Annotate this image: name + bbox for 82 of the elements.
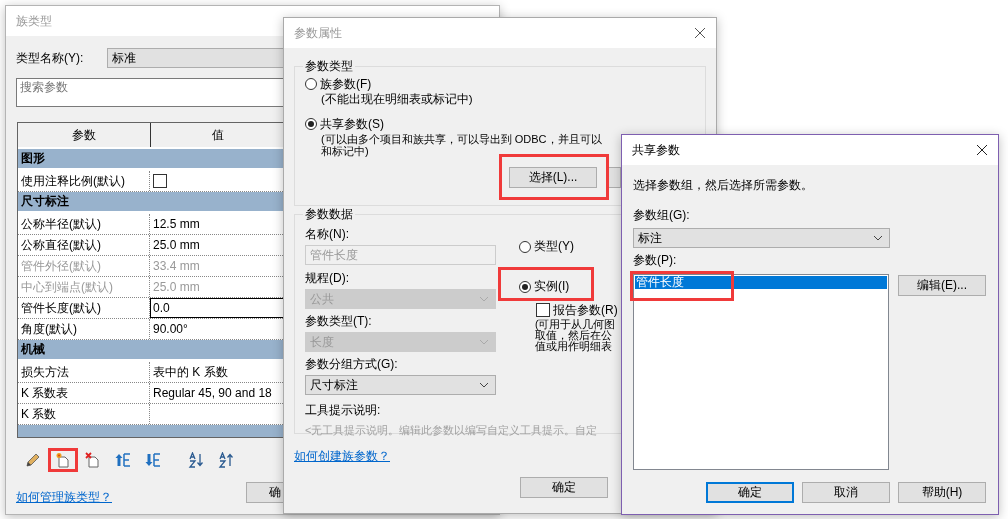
tooltip-label: 工具提示说明:	[305, 402, 382, 419]
close-icon[interactable]	[976, 144, 988, 156]
table-cell-text: 90.00°	[152, 321, 189, 338]
table-cell: K 系数	[18, 404, 150, 424]
list-item[interactable]: 管件长度	[635, 276, 887, 289]
toolbar-button[interactable]	[48, 448, 78, 472]
table-cell: 使用注释比例(默认)	[18, 171, 150, 191]
select-button[interactable]: 选择(L)...	[509, 167, 597, 188]
description-text: (不能出现在明细表或标记中)	[320, 93, 474, 105]
dialog-button[interactable]: 帮助(H)	[898, 482, 986, 503]
chevron-down-icon	[873, 235, 883, 241]
ok-button[interactable]: 确	[246, 482, 284, 503]
radio-option[interactable]: 实例(I)	[498, 267, 594, 301]
table-cell-text: 25.0 mm	[152, 237, 201, 254]
table-cell: 公称半径(默认)	[18, 214, 150, 234]
search-field[interactable]: 搜索参数	[16, 78, 284, 107]
field-label: 规程(D):	[305, 270, 350, 287]
window-title: 共享参数	[632, 141, 680, 159]
delete-document-icon[interactable]	[85, 452, 101, 468]
radio-label: 类型(Y)	[534, 238, 574, 255]
window-title: 族类型	[16, 12, 52, 30]
table-cell-text: 33.4 mm	[152, 258, 201, 275]
type-name-label: 类型名称(Y):	[16, 49, 85, 67]
dialog-button[interactable]: 确定	[706, 482, 794, 503]
table-cell: 公称直径(默认)	[18, 235, 150, 255]
pencil-icon[interactable]	[25, 452, 41, 468]
description-text: (可以由多个项目和族共享，可以导出到 ODBC，并且可以 和标记中)	[320, 133, 603, 157]
chevron-down-icon	[479, 339, 489, 345]
radio-button[interactable]	[519, 280, 531, 293]
sort-ascending-icon[interactable]	[188, 452, 204, 468]
name-label: 名称(N):	[305, 226, 350, 243]
table-cell: 管件长度(默认)	[18, 298, 150, 318]
description-text: (可用于从几何图 取值，然后在公 值或用作明细表	[535, 319, 617, 352]
dropdown[interactable]: 尺寸标注	[305, 375, 496, 395]
instruction-text: 选择参数组，然后选择所需参数。	[633, 177, 814, 194]
group-header: 机械	[18, 340, 285, 362]
table-cell: 损失方法	[18, 362, 150, 382]
table-cell: 管件外径(默认)	[18, 256, 150, 276]
radio-label: 实例(I)	[534, 278, 570, 295]
move-up-icon[interactable]	[115, 452, 131, 468]
radio-button[interactable]	[519, 240, 531, 253]
group-label: 参数组(G):	[633, 207, 691, 224]
move-down-icon[interactable]	[145, 452, 161, 468]
new-document-icon[interactable]	[55, 452, 71, 468]
radio-option[interactable]: 类型(Y)	[498, 227, 594, 261]
table-cell-text: 表中的 K 系数	[152, 363, 229, 381]
checkbox[interactable]	[153, 174, 167, 188]
field-label: 参数分组方式(G):	[305, 356, 399, 373]
checkbox[interactable]	[536, 303, 550, 317]
group-header: 图形	[18, 149, 285, 171]
sort-descending-icon[interactable]	[218, 452, 234, 468]
group-header: 尺寸标注	[18, 192, 285, 214]
chevron-down-icon	[479, 382, 489, 388]
table-cell-text: 25.0 mm	[152, 279, 201, 296]
field-label: 参数类型(T):	[305, 313, 373, 330]
value-input-field[interactable]: 0.0	[150, 298, 285, 318]
column-header[interactable]: 值	[151, 123, 285, 147]
table-cell: K 系数表	[18, 383, 150, 403]
help-link[interactable]: 如何创建族参数？	[294, 448, 390, 465]
group-dropdown[interactable]: 标注	[633, 228, 890, 248]
parameters-label: 参数(P):	[633, 252, 678, 269]
group-label: 参数数据	[304, 206, 354, 223]
radio-label: 共享参数(S)	[320, 115, 384, 133]
checkbox-label: 报告参数(R)	[553, 301, 618, 319]
table-cell: 中心到端点(默认)	[18, 277, 150, 297]
radio-button[interactable]	[305, 118, 317, 130]
column-header[interactable]: 参数	[18, 123, 151, 147]
chevron-down-icon	[479, 296, 489, 302]
group-label: 参数类型	[304, 58, 354, 75]
ok-button[interactable]: 确定	[520, 477, 608, 498]
window-title: 参数属性	[294, 24, 342, 42]
table-cell-text: 12.5 mm	[152, 216, 201, 233]
table-cell-text: Regular 45, 90 and 18	[152, 385, 273, 402]
close-icon[interactable]	[694, 27, 706, 39]
tooltip-text: <无工具提示说明。编辑此参数以编写自定义工具提示。自定	[305, 423, 599, 438]
help-link[interactable]: 如何管理族类型？	[16, 489, 112, 506]
radio-label: 族参数(F)	[320, 75, 372, 93]
table-cell: 角度(默认)	[18, 319, 150, 339]
edit-button[interactable]: 编辑(E)...	[898, 275, 986, 296]
dialog-button[interactable]: 取消	[802, 482, 890, 503]
radio-button[interactable]	[305, 78, 317, 90]
type-name-dropdown[interactable]: 标准	[107, 48, 284, 68]
